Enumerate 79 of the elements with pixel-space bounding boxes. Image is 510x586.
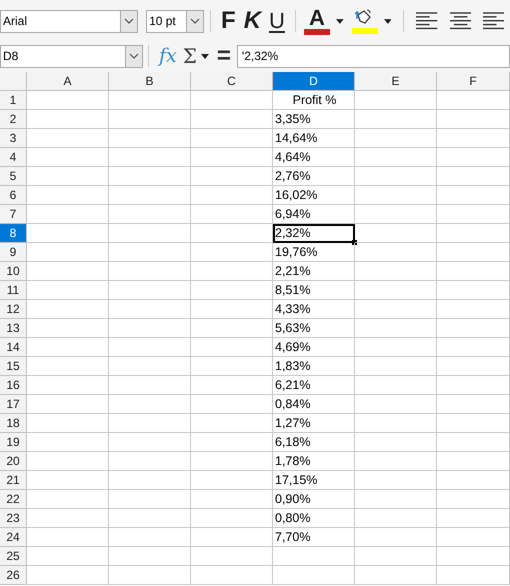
column-header[interactable]: B — [109, 72, 191, 91]
row-header[interactable]: 14 — [0, 338, 27, 357]
bold-button[interactable]: F — [217, 7, 240, 35]
selected-cell: 2,32% — [273, 224, 355, 243]
table-cell: 8,51% — [273, 281, 355, 300]
table-cell: 3,35% — [273, 110, 355, 129]
table-cell: 14,64% — [273, 129, 355, 148]
formula-button[interactable]: = — [216, 44, 231, 68]
table-cell: 1,78% — [273, 452, 355, 471]
column-header[interactable]: D — [273, 72, 355, 91]
align-center-icon[interactable] — [450, 12, 471, 30]
dropdown-button[interactable] — [125, 46, 142, 66]
italic-button[interactable]: K — [240, 7, 266, 35]
row-header[interactable]: 26 — [0, 566, 27, 585]
row-header[interactable]: 19 — [0, 433, 27, 452]
table-cell: 0,80% — [273, 509, 355, 528]
column-header[interactable]: F — [437, 72, 510, 91]
caret-icon[interactable] — [200, 54, 209, 58]
row-header[interactable]: 1 — [0, 91, 27, 110]
row-header[interactable]: 11 — [0, 281, 27, 300]
table-cell: 6,21% — [273, 376, 355, 395]
chevron-icon — [190, 18, 200, 24]
row-header[interactable]: 22 — [0, 490, 27, 509]
table-cell: Profit % — [273, 91, 355, 110]
table-cell: 1,27% — [273, 414, 355, 433]
table-cell: 16,02% — [273, 186, 355, 205]
font-name-field[interactable]: Arial — [0, 10, 138, 32]
table-cell: 2,76% — [273, 167, 355, 186]
table-cell: 4,69% — [273, 338, 355, 357]
table-cell: 7,70% — [273, 528, 355, 547]
row-header[interactable]: 3 — [0, 129, 27, 148]
table-cell: 0,84% — [273, 395, 355, 414]
row-header[interactable]: 24 — [0, 528, 27, 547]
table-cell: 6,94% — [273, 205, 355, 224]
font-color-button[interactable]: A — [302, 7, 332, 35]
row-header[interactable]: 10 — [0, 262, 27, 281]
table-cell: 1,83% — [273, 357, 355, 376]
row-header[interactable]: 2 — [0, 110, 27, 129]
table-cell: 4,33% — [273, 300, 355, 319]
row-header[interactable]: 18 — [0, 414, 27, 433]
name-box[interactable]: D8 — [0, 44, 143, 68]
dropdown-button[interactable] — [186, 10, 204, 32]
row-header[interactable]: 12 — [0, 300, 27, 319]
row-header[interactable]: 16 — [0, 376, 27, 395]
row-header[interactable]: 20 — [0, 452, 27, 471]
row-header[interactable]: 15 — [0, 357, 27, 376]
highlight-button[interactable] — [350, 8, 380, 34]
formula-input[interactable]: '2,32% — [236, 44, 510, 68]
chevron-icon — [129, 53, 139, 59]
caret-icon[interactable] — [384, 18, 392, 24]
column-header[interactable]: C — [191, 72, 273, 91]
row-header[interactable]: 21 — [0, 471, 27, 490]
row-header[interactable]: 25 — [0, 547, 27, 566]
table-cell: 2,21% — [273, 262, 355, 281]
table-cell: 19,76% — [273, 243, 355, 262]
row-header[interactable]: 5 — [0, 167, 27, 186]
sum-button[interactable]: Σ — [182, 44, 197, 68]
align-left-icon[interactable] — [482, 12, 504, 30]
dropdown-button[interactable] — [120, 10, 138, 32]
row-header[interactable]: 13 — [0, 319, 27, 338]
table-cell: 17,15% — [273, 471, 355, 490]
table-cell: 6,18% — [273, 433, 355, 452]
column-header[interactable]: A — [27, 72, 109, 91]
underline-button[interactable]: U — [265, 7, 289, 35]
column-header[interactable]: E — [355, 72, 437, 91]
table-cell: 0,90% — [273, 490, 355, 509]
row-header[interactable]: 8 — [0, 224, 27, 243]
align-left-icon[interactable] — [416, 12, 438, 30]
row-header[interactable]: 9 — [0, 243, 27, 262]
row-header[interactable]: 7 — [0, 205, 27, 224]
table-cell: 4,64% — [273, 148, 355, 167]
row-header[interactable]: 4 — [0, 148, 27, 167]
chevron-icon — [124, 18, 134, 24]
caret-icon[interactable] — [336, 18, 344, 24]
row-header[interactable]: 23 — [0, 509, 27, 528]
row-header[interactable]: 17 — [0, 395, 27, 414]
row-header[interactable]: 6 — [0, 186, 27, 205]
table-cell: 5,63% — [273, 319, 355, 338]
font-size-field[interactable]: 10 pt — [146, 10, 204, 32]
